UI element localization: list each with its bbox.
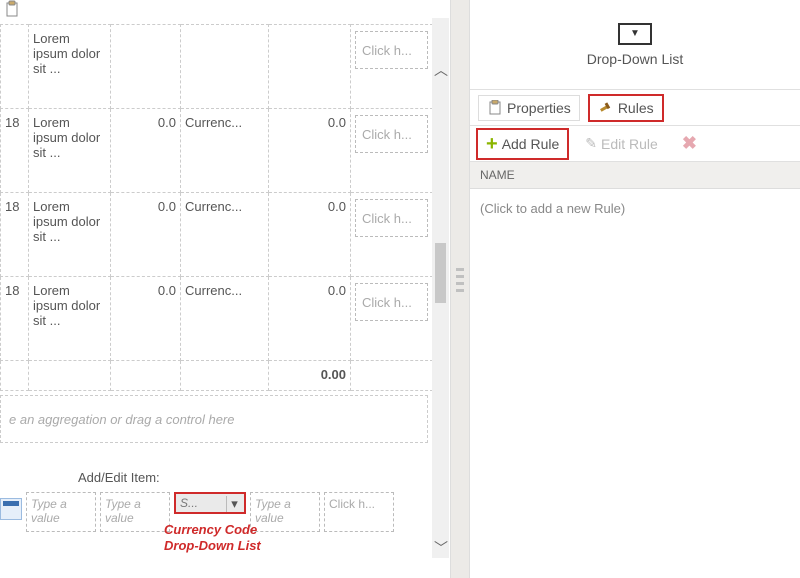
splitter-grip-icon — [456, 268, 464, 292]
cell-date[interactable]: 18 — [1, 193, 29, 277]
cell-date[interactable]: 18 — [1, 277, 29, 361]
control-type-label: Drop-Down List — [587, 51, 683, 67]
cell-amt1[interactable]: 0.0 — [111, 109, 181, 193]
pencil-icon: ✎ — [585, 135, 597, 152]
paste-icon[interactable] — [4, 0, 22, 18]
cell-amt1[interactable]: 0.0 — [111, 277, 181, 361]
cell-amt2[interactable]: 0.0 — [269, 277, 351, 361]
add-edit-label: Add/Edit Item: — [78, 470, 160, 485]
cell-action[interactable]: Click h... — [351, 193, 433, 277]
table-row[interactable]: 18 Lorem ipsum dolor sit ... 0.0 Currenc… — [1, 193, 433, 277]
calendar-icon[interactable] — [0, 498, 22, 520]
value-input-1[interactable]: Type a value — [26, 492, 96, 532]
scroll-thumb[interactable] — [435, 243, 446, 303]
rules-empty-hint[interactable]: (Click to add a new Rule) — [470, 189, 800, 228]
tab-properties-label: Properties — [507, 100, 571, 116]
aggregation-drop-zone[interactable]: e an aggregation or drag a control here — [0, 395, 428, 443]
close-icon: ✖ — [682, 133, 697, 154]
rules-column-header: NAME — [470, 162, 800, 189]
cell-action[interactable]: Click h... — [351, 277, 433, 361]
annotation-line-1: Currency Code — [164, 522, 261, 538]
cell-action[interactable]: Click h... — [351, 25, 433, 109]
cell-date[interactable] — [1, 25, 29, 109]
gavel-icon — [598, 100, 614, 116]
cell-date[interactable]: 18 — [1, 109, 29, 193]
dropdown-selected-text: S... — [176, 496, 198, 510]
total-value: 0.00 — [269, 361, 351, 391]
cell-curr[interactable]: Currenc... — [181, 277, 269, 361]
cell-curr[interactable]: Currenc... — [181, 109, 269, 193]
left-pane: Lorem ipsum dolor sit ... Click h... 18 … — [0, 0, 450, 578]
click-placeholder[interactable]: Click h... — [355, 283, 428, 321]
pane-splitter[interactable] — [450, 0, 470, 578]
add-rule-button[interactable]: + Add Rule — [476, 128, 569, 160]
cell-amt2[interactable]: 0.0 — [269, 193, 351, 277]
tab-properties[interactable]: Properties — [478, 95, 580, 121]
click-placeholder[interactable]: Click h... — [355, 31, 428, 69]
plus-icon: + — [486, 134, 498, 154]
cell-amt2[interactable]: 0.0 — [269, 109, 351, 193]
add-rule-label: Add Rule — [502, 136, 560, 152]
delete-rule-button: ✖ — [674, 129, 705, 158]
right-panel-header: ▼ Drop-Down List — [470, 0, 800, 90]
cell-desc[interactable]: Lorem ipsum dolor sit ... — [29, 193, 111, 277]
edit-rule-label: Edit Rule — [601, 136, 658, 152]
rules-toolbar: + Add Rule ✎ Edit Rule ✖ — [470, 126, 800, 162]
annotation-callout: Currency Code Drop-Down List — [164, 522, 261, 554]
right-panel: ▼ Drop-Down List Properties Rules + Add … — [470, 0, 800, 578]
click-placeholder[interactable]: Click h... — [355, 199, 428, 237]
vertical-scrollbar[interactable]: ︿ ﹀ — [432, 18, 449, 558]
scroll-down-icon[interactable]: ﹀ — [434, 538, 448, 558]
cell-desc[interactable]: Lorem ipsum dolor sit ... — [29, 109, 111, 193]
chevron-down-icon[interactable]: ▾ — [226, 496, 242, 512]
cell-action[interactable]: Click h... — [351, 109, 433, 193]
dropdown-list-icon: ▼ — [618, 23, 652, 45]
cell-curr[interactable]: Currenc... — [181, 193, 269, 277]
currency-code-dropdown[interactable]: S... ▾ — [174, 492, 246, 514]
value-input-2[interactable]: Type a value — [100, 492, 170, 532]
total-row: 0.00 — [1, 361, 433, 391]
tab-rules[interactable]: Rules — [588, 94, 664, 122]
cell-curr[interactable] — [181, 25, 269, 109]
annotation-line-2: Drop-Down List — [164, 538, 261, 554]
cell-amt1[interactable] — [111, 25, 181, 109]
right-panel-tabs: Properties Rules — [470, 90, 800, 126]
cell-desc[interactable]: Lorem ipsum dolor sit ... — [29, 277, 111, 361]
table-row[interactable]: 18 Lorem ipsum dolor sit ... 0.0 Currenc… — [1, 277, 433, 361]
clipboard-icon — [487, 100, 503, 116]
cell-amt1[interactable]: 0.0 — [111, 193, 181, 277]
click-placeholder[interactable]: Click h... — [355, 115, 428, 153]
data-grid: Lorem ipsum dolor sit ... Click h... 18 … — [0, 24, 432, 443]
edit-rule-button: ✎ Edit Rule — [577, 131, 666, 156]
tab-rules-label: Rules — [618, 100, 654, 116]
click-box[interactable]: Click h... — [324, 492, 394, 532]
scroll-up-icon[interactable]: ︿ — [434, 60, 448, 80]
cell-desc[interactable]: Lorem ipsum dolor sit ... — [29, 25, 111, 109]
cell-amt2[interactable] — [269, 25, 351, 109]
table-row[interactable]: Lorem ipsum dolor sit ... Click h... — [1, 25, 433, 109]
table-row[interactable]: 18 Lorem ipsum dolor sit ... 0.0 Currenc… — [1, 109, 433, 193]
